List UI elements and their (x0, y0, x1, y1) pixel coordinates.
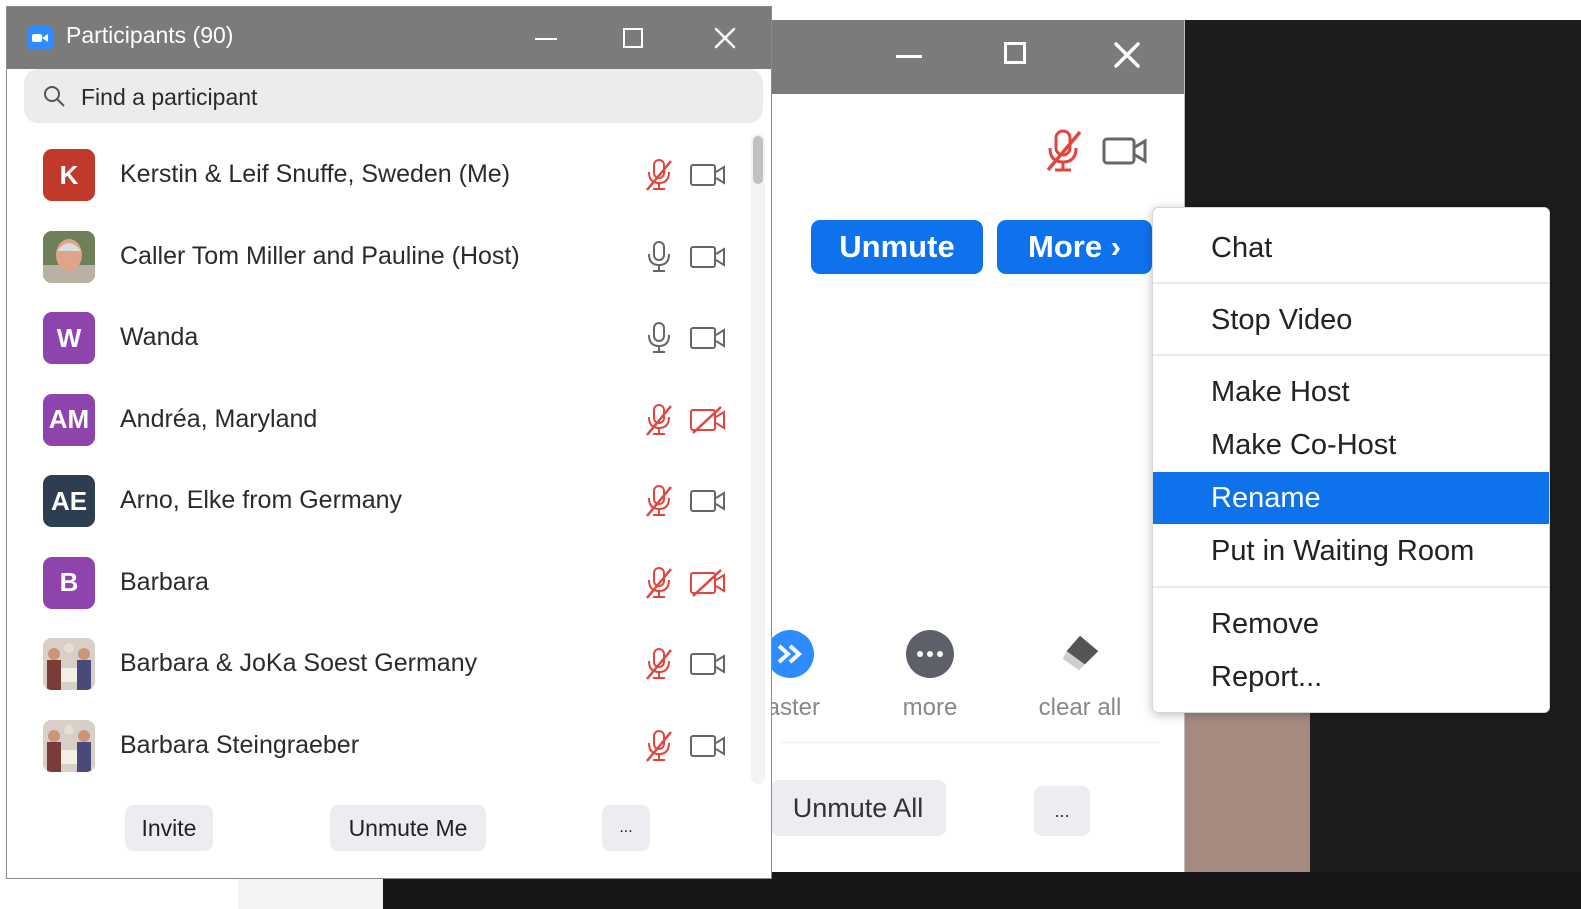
participant-name: Arno, Elke from Germany (120, 486, 403, 514)
menu-item-chat[interactable]: Chat (1153, 222, 1549, 274)
mic-icon[interactable] (643, 240, 675, 274)
mic-muted-icon (1046, 129, 1082, 172)
participant-row[interactable]: Caller Tom Miller and Pauline (Host) (7, 216, 747, 297)
camera-icon (1102, 137, 1147, 165)
participant-row[interactable]: Barbara & JoKa Soest Germany (7, 623, 747, 704)
unmute-me-button[interactable]: Unmute Me (330, 805, 486, 851)
unmute-all-button[interactable]: Unmute All (770, 780, 946, 836)
menu-item-stop-video[interactable]: Stop Video (1153, 294, 1549, 346)
avatar: AE (43, 475, 95, 527)
mic-muted-icon[interactable] (643, 158, 675, 192)
more-options-button[interactable]: ... (1034, 786, 1090, 836)
avatar (43, 719, 95, 772)
camera-off-icon[interactable] (689, 568, 727, 598)
search-icon (44, 86, 65, 107)
title-bar (760, 20, 1184, 94)
camera-icon[interactable] (689, 242, 727, 272)
more-action[interactable]: more (870, 630, 990, 722)
menu-separator (1153, 354, 1549, 356)
menu-separator (1153, 586, 1549, 588)
participant-row[interactable]: W Wanda (7, 297, 747, 378)
search-box[interactable] (24, 69, 763, 125)
menu-separator (1153, 282, 1549, 284)
participant-name: Andréa, Maryland (120, 404, 318, 433)
avatar: W (43, 312, 95, 364)
background-light-strip (238, 874, 383, 909)
search-input[interactable] (79, 69, 743, 125)
scrollbar-thumb[interactable] (753, 136, 763, 184)
camera-icon[interactable] (689, 486, 727, 516)
invite-button[interactable]: Invite (125, 805, 213, 851)
divider (780, 742, 1160, 743)
more-button[interactable]: More › (997, 220, 1152, 274)
avatar (43, 638, 95, 690)
more-label: more (902, 694, 958, 721)
faster-action[interactable]: faster (760, 630, 850, 722)
participant-context-menu: Chat Stop Video Make Host Make Co-Host R… (1152, 207, 1550, 713)
close-icon (714, 27, 736, 49)
camera-off-icon[interactable] (689, 405, 727, 435)
participant-status-icons (1042, 128, 1162, 172)
camera-icon[interactable] (689, 731, 727, 761)
close-button[interactable] (705, 19, 745, 59)
camera-icon[interactable] (689, 160, 727, 190)
mic-muted-icon[interactable] (643, 729, 675, 763)
window-title: Participants (90) (66, 22, 234, 48)
minimize-button[interactable] (888, 36, 928, 76)
avatar: B (43, 556, 95, 609)
camera-icon[interactable] (689, 323, 727, 353)
faster-label: faster (760, 694, 821, 721)
menu-item-make-co-host[interactable]: Make Co-Host (1153, 419, 1549, 471)
participant-row[interactable]: AE Arno, Elke from Germany (7, 460, 747, 541)
avatar (43, 230, 95, 283)
more-options-button[interactable]: ... (602, 805, 650, 851)
maximize-button[interactable] (998, 36, 1038, 76)
close-button[interactable] (1108, 36, 1148, 76)
eraser-icon (1056, 630, 1104, 678)
minimize-button[interactable] (525, 19, 565, 59)
avatar: K (43, 149, 95, 201)
participant-row[interactable]: Barbara Steingraeber (7, 705, 747, 786)
mic-muted-icon[interactable] (643, 647, 675, 681)
mic-muted-icon[interactable] (643, 484, 675, 518)
participant-row[interactable]: AM Andréa, Maryland (7, 379, 747, 460)
menu-item-report[interactable]: Report... (1153, 651, 1549, 703)
participant-name: Barbara & JoKa Soest Germany (120, 649, 478, 677)
close-icon (1114, 42, 1140, 68)
participant-row[interactable]: K Kerstin & Leif Snuffe, Sweden (Me) (7, 134, 747, 215)
participant-name: Kerstin & Leif Snuffe, Sweden (Me) (120, 160, 511, 188)
more-dots-icon (906, 630, 954, 678)
menu-item-make-host[interactable]: Make Host (1153, 366, 1549, 418)
menu-item-rename[interactable]: Rename (1153, 472, 1549, 524)
clear-all-action[interactable]: clear all (1020, 630, 1140, 722)
title-bar: Participants (90) (7, 7, 771, 69)
mic-icon[interactable] (643, 321, 675, 355)
participant-list[interactable]: K Kerstin & Leif Snuffe, Sweden (Me) Calle… (7, 134, 747, 784)
unmute-button[interactable]: Unmute (811, 220, 983, 274)
menu-item-remove[interactable]: Remove (1153, 598, 1549, 650)
participant-name: Caller Tom Miller and Pauline (Host) (120, 241, 520, 270)
clear-all-label: clear all (1038, 694, 1122, 721)
mic-muted-icon[interactable] (643, 566, 675, 600)
participant-name: Wanda (120, 323, 199, 351)
participant-name: Barbara Steingraeber (120, 730, 360, 759)
fast-forward-icon (766, 630, 814, 678)
participant-name: Barbara (120, 567, 209, 596)
menu-item-waiting-room[interactable]: Put in Waiting Room (1153, 525, 1549, 577)
mic-muted-icon[interactable] (643, 403, 675, 437)
participant-row[interactable]: B Barbara (7, 542, 747, 623)
scrollbar[interactable] (751, 134, 765, 784)
camera-icon[interactable] (689, 649, 727, 679)
avatar: AM (43, 393, 95, 446)
zoom-app-icon (27, 26, 53, 50)
maximize-button[interactable] (613, 19, 653, 59)
participants-window-zoomed: Unmute More › faster more clear all Unmu… (760, 20, 1185, 872)
participants-window: Participants (90) K Kerstin & Leif Snuffe… (6, 6, 772, 879)
